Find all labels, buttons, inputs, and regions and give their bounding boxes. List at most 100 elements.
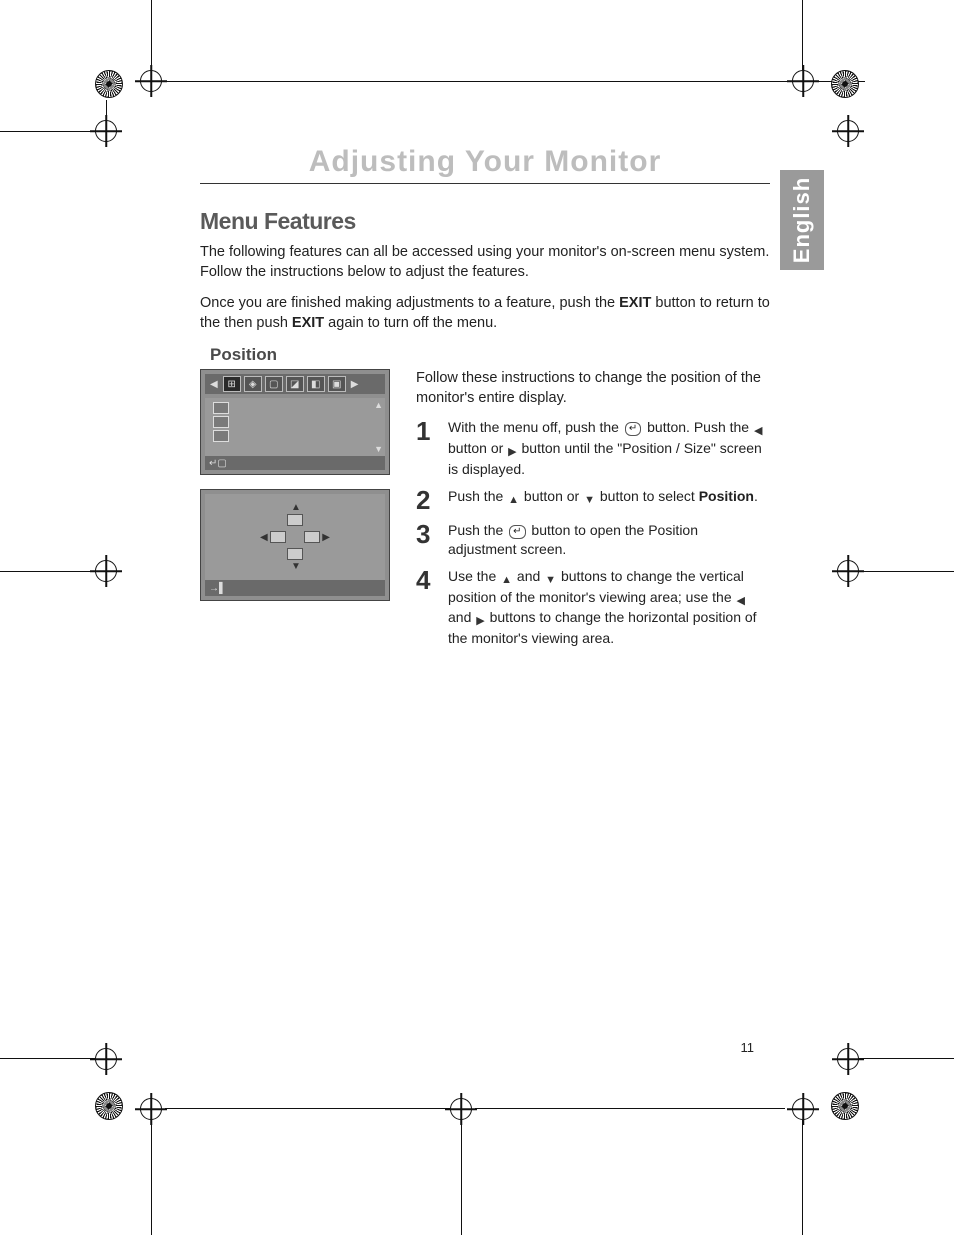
triangle-right-icon: ▶	[322, 532, 330, 543]
triangle-left-icon: ◀	[260, 532, 268, 543]
osd-menu-illustration: ◀ ⊞ ◈ ▢ ◪ ◧ ▣ ▶ ▲ ▼	[200, 369, 390, 475]
triangle-down-icon: ▼	[374, 444, 383, 454]
text-fragment: Push the	[448, 522, 507, 538]
triangle-right-icon: ▶	[507, 445, 517, 460]
triangle-down-icon: ▼	[291, 561, 301, 572]
crop-line-icon	[0, 1058, 95, 1059]
step-2: 2 Push the ▲ button or ▼ button to selec…	[416, 487, 770, 513]
crop-line-icon	[475, 1108, 785, 1109]
crop-line-icon	[802, 0, 803, 70]
position-label: Position	[699, 488, 754, 504]
reg-mark-icon	[140, 70, 162, 92]
triangle-up-icon: ▲	[291, 502, 301, 513]
step-3: 3 Push the ↵ button to open the Position…	[416, 521, 770, 559]
osd-footer: →▌	[205, 580, 385, 596]
step-1: 1 With the menu off, push the ↵ button. …	[416, 418, 770, 479]
crop-line-icon	[106, 100, 107, 130]
step-number: 2	[416, 487, 434, 513]
exit-label: EXIT	[292, 315, 324, 331]
dpad-icon: ▲ ▼ ◀ ▶	[260, 502, 330, 572]
text-fragment: Once you are finished making adjustments…	[200, 295, 619, 311]
page-title: Adjusting Your Monitor	[200, 145, 770, 184]
reg-mark-icon	[831, 1092, 859, 1120]
position-subheading: Position	[210, 345, 770, 365]
section-heading: Menu Features	[200, 208, 770, 235]
screen-icon	[270, 531, 286, 543]
reg-mark-icon	[831, 70, 859, 98]
osd-option-icon	[213, 416, 229, 428]
intro-paragraph-1: The following features can all be access…	[200, 243, 770, 282]
triangle-left-icon: ◀	[736, 594, 746, 609]
enter-icon: ↵▢	[209, 458, 227, 469]
crop-line-icon	[461, 1120, 462, 1235]
step-text: Push the ↵ button to open the Position a…	[448, 521, 770, 559]
triangle-up-icon: ▲	[507, 493, 520, 508]
enter-button-icon: ↵	[625, 422, 641, 436]
step-text: Push the ▲ button or ▼ button to select …	[448, 487, 758, 513]
text-fragment: and	[448, 609, 475, 625]
crop-line-icon	[859, 1058, 954, 1059]
text-fragment: again to turn off the menu.	[324, 315, 497, 331]
reg-mark-icon	[450, 1098, 472, 1120]
text-fragment: button or	[448, 440, 507, 456]
step-text: With the menu off, push the ↵ button. Pu…	[448, 418, 770, 479]
triangle-up-icon: ▲	[500, 573, 513, 588]
osd-option-icon	[213, 402, 229, 414]
osd-footer: ↵▢	[205, 456, 385, 470]
triangle-up-icon: ▲	[374, 400, 383, 410]
triangle-right-icon: ▶	[349, 379, 361, 390]
text-fragment: With the menu off, push the	[448, 419, 623, 435]
reg-mark-icon	[95, 70, 123, 98]
osd-body: ▲ ▼	[205, 398, 385, 456]
osd-tab-icon: ⊞	[223, 376, 241, 392]
triangle-left-icon: ◀	[208, 379, 220, 390]
reg-mark-icon	[792, 70, 814, 92]
exit-label: EXIT	[619, 295, 651, 311]
reg-mark-icon	[837, 560, 859, 582]
triangle-down-icon: ▼	[544, 573, 557, 588]
step-number: 1	[416, 418, 434, 479]
reg-mark-icon	[837, 120, 859, 142]
triangle-right-icon: ▶	[475, 614, 485, 629]
screen-icon	[287, 514, 303, 526]
reg-mark-icon	[837, 1048, 859, 1070]
crop-line-icon	[0, 571, 95, 572]
osd-tab-row: ◀ ⊞ ◈ ▢ ◪ ◧ ▣ ▶	[205, 374, 385, 394]
triangle-down-icon: ▼	[583, 493, 596, 508]
osd-position-illustration: ▲ ▼ ◀ ▶ →▌	[200, 489, 390, 601]
crop-line-icon	[802, 1120, 803, 1235]
osd-option-icon	[213, 430, 229, 442]
crop-line-icon	[151, 0, 152, 70]
language-tab: English	[780, 170, 824, 270]
crop-line-icon	[165, 1108, 450, 1109]
position-intro: Follow these instructions to change the …	[416, 369, 770, 408]
text-fragment: buttons to change the horizontal positio…	[448, 609, 757, 646]
reg-mark-icon	[140, 1098, 162, 1120]
text-fragment: .	[754, 488, 758, 504]
osd-tab-icon: ◈	[244, 376, 262, 392]
reg-mark-icon	[792, 1098, 814, 1120]
text-fragment: and	[513, 568, 544, 584]
reg-mark-icon	[95, 1048, 117, 1070]
language-tab-label: English	[789, 177, 815, 263]
step-4: 4 Use the ▲ and ▼ buttons to change the …	[416, 567, 770, 648]
step-text: Use the ▲ and ▼ buttons to change the ve…	[448, 567, 770, 648]
screen-icon	[287, 548, 303, 560]
text-fragment: button. Push the	[643, 419, 753, 435]
page-number: 11	[741, 1040, 755, 1055]
reg-mark-icon	[95, 560, 117, 582]
osd-tab-icon: ◧	[307, 376, 325, 392]
osd-tab-icon: ◪	[286, 376, 304, 392]
osd-tab-icon: ▣	[328, 376, 346, 392]
crop-line-icon	[165, 81, 865, 82]
text-fragment: button to select	[596, 488, 699, 504]
text-fragment: Push the	[448, 488, 507, 504]
intro-paragraph-2: Once you are finished making adjustments…	[200, 294, 770, 333]
reg-mark-icon	[95, 120, 117, 142]
exit-footer-icon: →▌	[209, 583, 226, 594]
enter-button-icon: ↵	[509, 525, 525, 539]
crop-line-icon	[859, 571, 954, 572]
text-fragment: button or	[520, 488, 583, 504]
step-number: 4	[416, 567, 434, 648]
osd-body: ▲ ▼ ◀ ▶	[205, 494, 385, 580]
